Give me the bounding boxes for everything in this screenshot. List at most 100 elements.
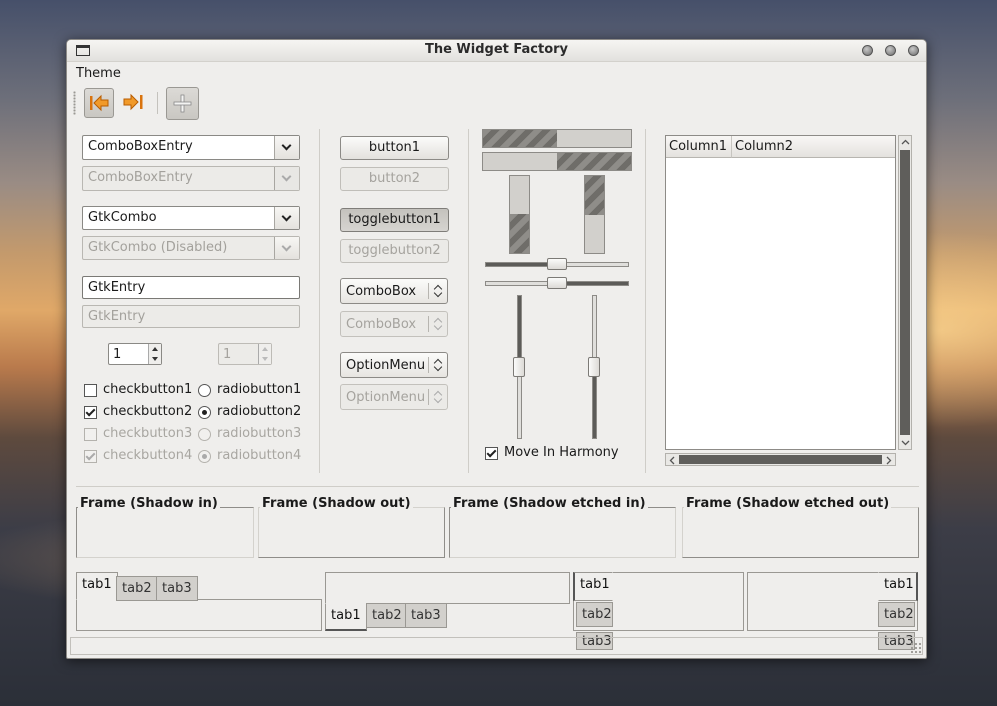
notebook-top-tab3[interactable]: tab3 xyxy=(156,576,198,601)
scroll-thumb[interactable] xyxy=(679,455,882,464)
togglebutton1[interactable]: togglebutton1 xyxy=(340,208,449,232)
vscale-2-fill xyxy=(593,367,596,438)
vscale-2[interactable] xyxy=(588,295,600,439)
radiobutton2-label[interactable]: radiobutton2 xyxy=(217,404,301,419)
title-bar[interactable]: The Widget Factory xyxy=(67,40,926,62)
notebook-bottom-tab3[interactable]: tab3 xyxy=(405,603,447,628)
progress-bar-horizontal-2 xyxy=(482,152,632,171)
chevron-down-icon xyxy=(281,241,292,252)
notebook-right-tab1[interactable]: tab1 xyxy=(878,572,918,601)
frame-shadow-in xyxy=(76,507,254,558)
frame-shadow-etched-out-title: Frame (Shadow etched out) xyxy=(684,496,892,511)
updown-arrows-icon xyxy=(434,317,442,331)
resize-grip-icon[interactable] xyxy=(910,642,922,654)
notebook-left-tab1[interactable]: tab1 xyxy=(573,572,613,601)
option-menu[interactable]: OptionMenu xyxy=(340,352,448,378)
combobox-entry-disabled-dropdown xyxy=(274,167,299,190)
gtkcombo-disabled-text: GtkCombo (Disabled) xyxy=(88,240,228,255)
vscale-1-slider[interactable] xyxy=(513,357,525,377)
column-separator xyxy=(319,129,320,473)
notebook-right-tab2[interactable]: tab2 xyxy=(878,602,915,627)
move-in-harmony-box[interactable] xyxy=(485,447,498,460)
chevron-down-icon xyxy=(281,140,292,151)
notebook-bottom-tab1[interactable]: tab1 xyxy=(325,603,367,631)
horizontal-separator xyxy=(76,486,919,487)
updown-arrows-icon xyxy=(434,390,442,404)
minimize-icon[interactable] xyxy=(862,45,873,56)
checkbutton2-box[interactable] xyxy=(84,406,97,419)
toolbar-separator xyxy=(157,92,158,114)
back-button[interactable] xyxy=(84,88,114,118)
column-separator xyxy=(468,129,469,473)
scroll-thumb[interactable] xyxy=(900,150,910,435)
scroll-up-icon[interactable] xyxy=(901,139,910,145)
progress-fill xyxy=(510,214,529,253)
gtkcombo-dropdown[interactable] xyxy=(274,207,299,229)
widget-factory-window: The Widget Factory Theme ComboBoxEntry C… xyxy=(66,39,927,659)
hscale-2-slider[interactable] xyxy=(547,277,567,289)
spin-arrows[interactable] xyxy=(148,344,161,364)
option-menu-disabled-text: OptionMenu xyxy=(346,390,426,405)
frame-shadow-in-title: Frame (Shadow in) xyxy=(78,496,220,511)
progress-fill xyxy=(557,153,631,170)
option-menu-disabled-separator xyxy=(428,389,429,405)
radiobutton1-label[interactable]: radiobutton1 xyxy=(217,382,301,397)
forward-button[interactable] xyxy=(119,88,149,118)
tree-vertical-scrollbar[interactable] xyxy=(898,135,912,450)
scroll-left-icon[interactable] xyxy=(669,456,675,465)
hscale-1-slider[interactable] xyxy=(547,258,567,270)
progress-bar-vertical-2 xyxy=(584,175,605,254)
hscale-2[interactable] xyxy=(485,277,629,289)
spin-button-disabled-value: 1 xyxy=(223,347,232,362)
combobox-entry-dropdown[interactable] xyxy=(274,136,299,159)
updown-arrows-icon xyxy=(434,284,442,298)
gtkcombo-disabled: GtkCombo (Disabled) xyxy=(82,236,300,260)
notebook-bottom-tab2[interactable]: tab2 xyxy=(366,603,408,628)
maximize-icon[interactable] xyxy=(885,45,896,56)
radiobutton4-label: radiobutton4 xyxy=(217,448,302,463)
checkbutton3-label: checkbutton3 xyxy=(103,426,193,441)
move-in-harmony-label[interactable]: Move In Harmony xyxy=(504,445,619,460)
scroll-down-icon[interactable] xyxy=(901,440,910,446)
progress-fill xyxy=(585,176,604,215)
combobox-entry-disabled: ComboBoxEntry xyxy=(82,166,300,191)
toolbar-grip[interactable] xyxy=(73,91,76,115)
notebook-bottom-page xyxy=(325,572,570,604)
column-header-1[interactable]: Column1 xyxy=(666,136,732,158)
frame-shadow-etched-out xyxy=(682,507,919,558)
notebook-left-tab2[interactable]: tab2 xyxy=(576,602,613,627)
vscale-2-slider[interactable] xyxy=(588,357,600,377)
combobox-disabled-text: ComboBox xyxy=(346,317,417,332)
notebook-top-tab1[interactable]: tab1 xyxy=(76,572,118,600)
gtkcombo[interactable]: GtkCombo xyxy=(82,206,300,230)
status-bar xyxy=(70,637,923,655)
hscale-2-fill xyxy=(557,282,628,285)
tree-view[interactable]: Column1 Column2 xyxy=(665,135,896,450)
combobox-entry-text: ComboBoxEntry xyxy=(88,139,193,154)
progress-bar-horizontal-1 xyxy=(482,129,632,148)
checkbutton1-box[interactable] xyxy=(84,384,97,397)
gtk-entry[interactable]: GtkEntry xyxy=(82,276,300,299)
scroll-right-icon[interactable] xyxy=(886,456,892,465)
close-icon[interactable] xyxy=(908,45,919,56)
frame-shadow-out-title: Frame (Shadow out) xyxy=(260,496,413,511)
menu-theme[interactable]: Theme xyxy=(76,66,121,81)
notebook-top-tab2[interactable]: tab2 xyxy=(116,576,158,601)
combobox-text: ComboBox xyxy=(346,284,417,299)
combobox-entry[interactable]: ComboBoxEntry xyxy=(82,135,300,160)
checkbutton1-label[interactable]: checkbutton1 xyxy=(103,382,192,397)
vscale-1[interactable] xyxy=(513,295,525,439)
column-header-2[interactable]: Column2 xyxy=(732,136,895,158)
spin-button-value: 1 xyxy=(113,347,122,362)
hscale-1[interactable] xyxy=(485,258,629,270)
combobox[interactable]: ComboBox xyxy=(340,278,448,304)
spin-button[interactable]: 1 xyxy=(108,343,162,365)
radiobutton1-circle[interactable] xyxy=(198,384,211,397)
tree-horizontal-scrollbar[interactable] xyxy=(665,453,896,466)
checkbutton2-label[interactable]: checkbutton2 xyxy=(103,404,192,419)
radiobutton2-circle[interactable] xyxy=(198,406,211,419)
button1[interactable]: button1 xyxy=(340,136,449,160)
progress-bar-vertical-1 xyxy=(509,175,530,254)
add-button[interactable] xyxy=(166,87,199,120)
combobox-entry-disabled-text: ComboBoxEntry xyxy=(88,170,193,185)
